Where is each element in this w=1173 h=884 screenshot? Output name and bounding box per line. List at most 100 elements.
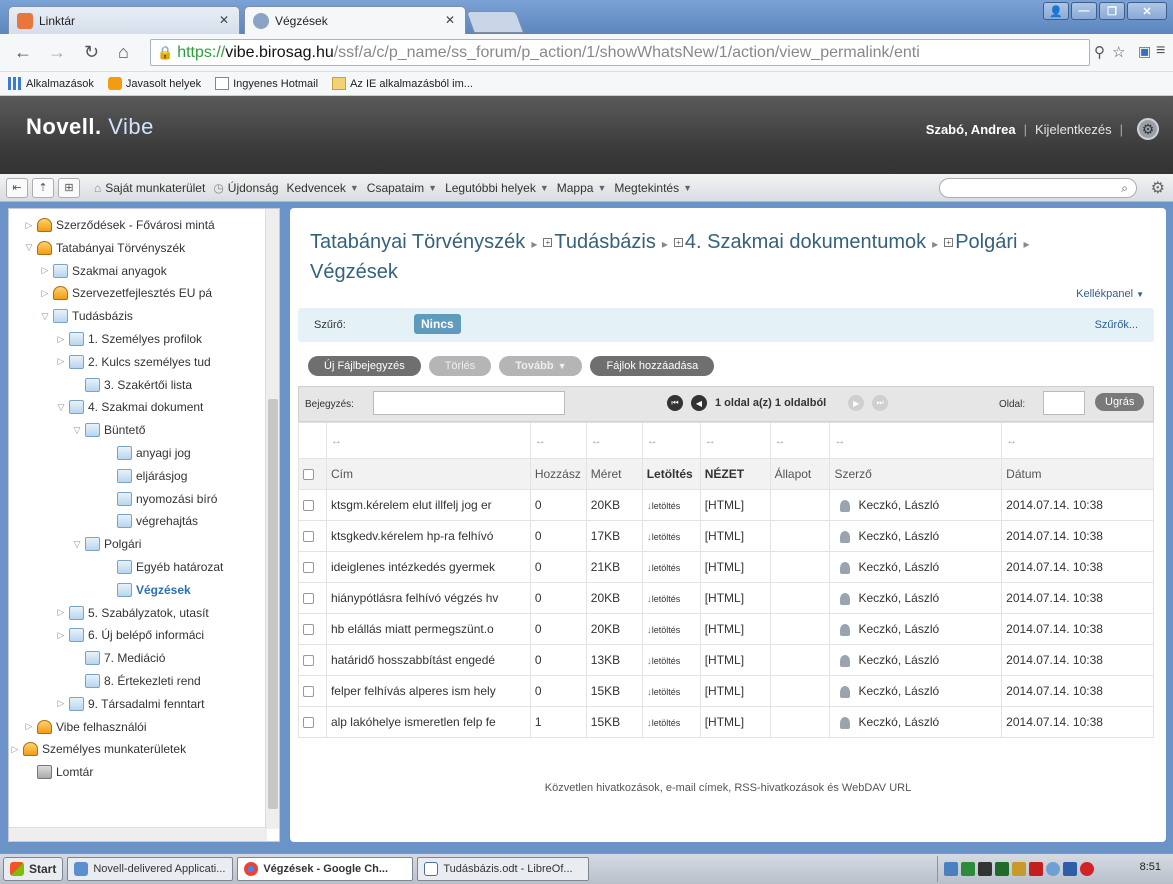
next-page-icon[interactable]: ▶	[848, 395, 865, 411]
author-link[interactable]: Keczkó, László	[858, 560, 939, 574]
table-row[interactable]: felper felhívás alperes ism hely 0 15KB ↓le…	[298, 675, 1154, 707]
tree-item[interactable]: ▷ 6. Új belépő informáci	[55, 625, 204, 645]
menu-icon[interactable]: ≡	[1156, 42, 1165, 60]
pin-icon[interactable]: ⚲	[1094, 43, 1105, 61]
download-link[interactable]: ↓letöltés	[647, 594, 681, 605]
tree-item[interactable]: ▽ 4. Szakmai dokument	[55, 397, 203, 417]
download-link[interactable]: ↓letöltés	[647, 625, 681, 636]
row-checkbox[interactable]	[303, 686, 314, 698]
security-icon[interactable]	[961, 862, 975, 876]
view-html-link[interactable]: [HTML]	[699, 551, 771, 583]
author-link[interactable]: Keczkó, László	[858, 591, 939, 605]
entry-title-link[interactable]: alp lakóhelye ismeretlen felp fe	[325, 706, 531, 738]
resize-handle-icon[interactable]: ↔	[529, 422, 587, 459]
view-html-link[interactable]: [HTML]	[699, 520, 771, 552]
novell-icon[interactable]	[1029, 862, 1043, 876]
close-window-button[interactable]: ✕	[1127, 2, 1167, 20]
new-tab-button[interactable]	[465, 11, 525, 33]
row-checkbox[interactable]	[303, 562, 314, 574]
maximize-button[interactable]: ❐	[1099, 2, 1125, 20]
view-html-link[interactable]: [HTML]	[699, 675, 771, 707]
expand-icon[interactable]: +	[543, 238, 553, 248]
author-link[interactable]: Keczkó, László	[858, 622, 939, 636]
table-row[interactable]: ktsgkedv.kérelem hp-ra felhívó 0 17KB ↓letö…	[298, 520, 1154, 552]
entry-title-link[interactable]: hiánypótlásra felhívó végzés hv	[325, 582, 531, 614]
taskbar-item-novell[interactable]: Novell-delivered Applicati...	[67, 857, 234, 881]
network-icon[interactable]	[944, 862, 958, 876]
reload-icon[interactable]: ↻	[84, 42, 99, 63]
collapse-sidebar-icon[interactable]: ⇤	[6, 177, 28, 198]
back-icon[interactable]: ←	[14, 42, 32, 63]
expand-icon[interactable]: ▷	[23, 721, 35, 732]
author-link[interactable]: Keczkó, László	[858, 684, 939, 698]
table-row[interactable]: ktsgm.kérelem elut illfelj jog er 0 20KB ↓l…	[298, 489, 1154, 521]
tree-item[interactable]: ▽ Polgári	[71, 534, 141, 554]
vertical-scrollbar[interactable]	[265, 209, 279, 829]
entry-title-link[interactable]: felper felhívás alperes ism hely	[325, 675, 531, 707]
tree-item[interactable]: ▷ 9. Társadalmi fenntart	[55, 694, 205, 714]
view-html-link[interactable]: [HTML]	[699, 489, 771, 521]
table-row[interactable]: hiánypótlásra felhívó végzés hv 0 20KB ↓let…	[298, 582, 1154, 614]
toolpanel-menu[interactable]: Kellékpanel ▼	[1076, 288, 1144, 300]
tree-item[interactable]: ▷ 1. Személyes profilok	[55, 329, 202, 349]
download-link[interactable]: ↓letöltés	[647, 656, 681, 667]
column-header-author[interactable]: Szerző	[829, 458, 1003, 490]
expand-icon[interactable]: ▷	[23, 220, 35, 231]
expand-icon[interactable]: ▷	[39, 288, 51, 299]
expand-icon[interactable]: ▷	[55, 607, 67, 618]
download-link[interactable]: ↓letöltés	[647, 501, 681, 512]
column-header-date[interactable]: Dátum	[1001, 458, 1154, 490]
footer-links[interactable]: Közvetlen hivatkozások, e-mail címek, RS…	[290, 782, 1166, 794]
excel-icon[interactable]	[995, 862, 1009, 876]
teams-menu[interactable]: Csapataim ▼	[367, 181, 437, 195]
tree-item[interactable]: Egyéb határozat	[103, 557, 223, 577]
tab-vegzesek[interactable]: Végzések ✕	[244, 6, 466, 34]
bookmark-apps[interactable]: Alkalmazások	[8, 77, 94, 90]
tab-linktar[interactable]: Linktár ✕	[8, 6, 240, 34]
expand-icon[interactable]: ▷	[9, 744, 21, 755]
author-link[interactable]: Keczkó, László	[858, 653, 939, 667]
breadcrumb-item[interactable]: Tatabányai Törvényszék	[310, 231, 525, 253]
expand-icon[interactable]: +	[673, 238, 683, 248]
view-menu[interactable]: Megtekintés ▼	[614, 181, 692, 195]
breadcrumb-item[interactable]: 4. Szakmai dokumentumok	[685, 231, 926, 253]
table-row[interactable]: alp lakóhelye ismeretlen felp fe 1 15KB ↓le…	[298, 706, 1154, 738]
extension-icon[interactable]: ▣	[1138, 43, 1151, 60]
resize-handle-icon[interactable]: ↔	[829, 422, 1003, 459]
column-header-view[interactable]: NÉZET	[699, 458, 771, 490]
tree-item[interactable]: 8. Értekezleti rend	[71, 671, 201, 691]
resize-handle-icon[interactable]: ↔	[641, 422, 701, 459]
resize-handle-icon[interactable]: ↔	[699, 422, 771, 459]
gear-icon[interactable]: ⚙	[1137, 118, 1159, 140]
page-number-input[interactable]	[1043, 391, 1085, 415]
first-page-icon[interactable]: ⏮	[667, 395, 683, 411]
view-html-link[interactable]: [HTML]	[699, 582, 771, 614]
recent-places-menu[interactable]: Legutóbbi helyek ▼	[445, 181, 549, 195]
prev-page-icon[interactable]: ◀	[691, 395, 707, 411]
column-header-status[interactable]: Állapot	[769, 458, 831, 490]
flag-icon[interactable]	[1012, 862, 1026, 876]
antivirus-icon[interactable]	[1080, 862, 1094, 876]
user-name-link[interactable]: Szabó, Andrea	[926, 122, 1016, 137]
horizontal-scrollbar[interactable]	[9, 827, 267, 841]
table-row[interactable]: hb elállás miatt permegszünt.o 0 20KB ↓letö…	[298, 613, 1154, 645]
author-link[interactable]: Keczkó, László	[858, 498, 939, 512]
collapse-icon[interactable]: ▽	[71, 539, 83, 550]
select-all-checkbox[interactable]	[303, 469, 314, 481]
folder-menu[interactable]: Mappa ▼	[557, 181, 607, 195]
tree-item[interactable]: nyomozási bíró	[103, 489, 217, 509]
expand-icon[interactable]: ▷	[55, 356, 67, 367]
entry-jump-input[interactable]	[373, 391, 565, 415]
search-icon[interactable]: ⌕	[1121, 181, 1128, 196]
column-header-comments[interactable]: Hozzász	[529, 458, 587, 490]
tree-view-icon[interactable]: ⊞	[58, 177, 80, 198]
address-bar[interactable]: 🔒 https://vibe.birosag.hu/ssf/a/c/p_name…	[150, 39, 1090, 66]
row-checkbox[interactable]	[303, 500, 314, 512]
entry-title-link[interactable]: határidő hosszabbítást engedé	[325, 644, 531, 676]
row-checkbox[interactable]	[303, 624, 314, 636]
entry-title-link[interactable]: hb elállás miatt permegszünt.o	[325, 613, 531, 645]
add-files-button[interactable]: Fájlok hozzáadása	[590, 356, 715, 376]
display-icon[interactable]	[1063, 862, 1077, 876]
column-header-title[interactable]: Cím	[325, 458, 531, 490]
breadcrumb-item[interactable]: Tudásbázis	[554, 231, 656, 253]
